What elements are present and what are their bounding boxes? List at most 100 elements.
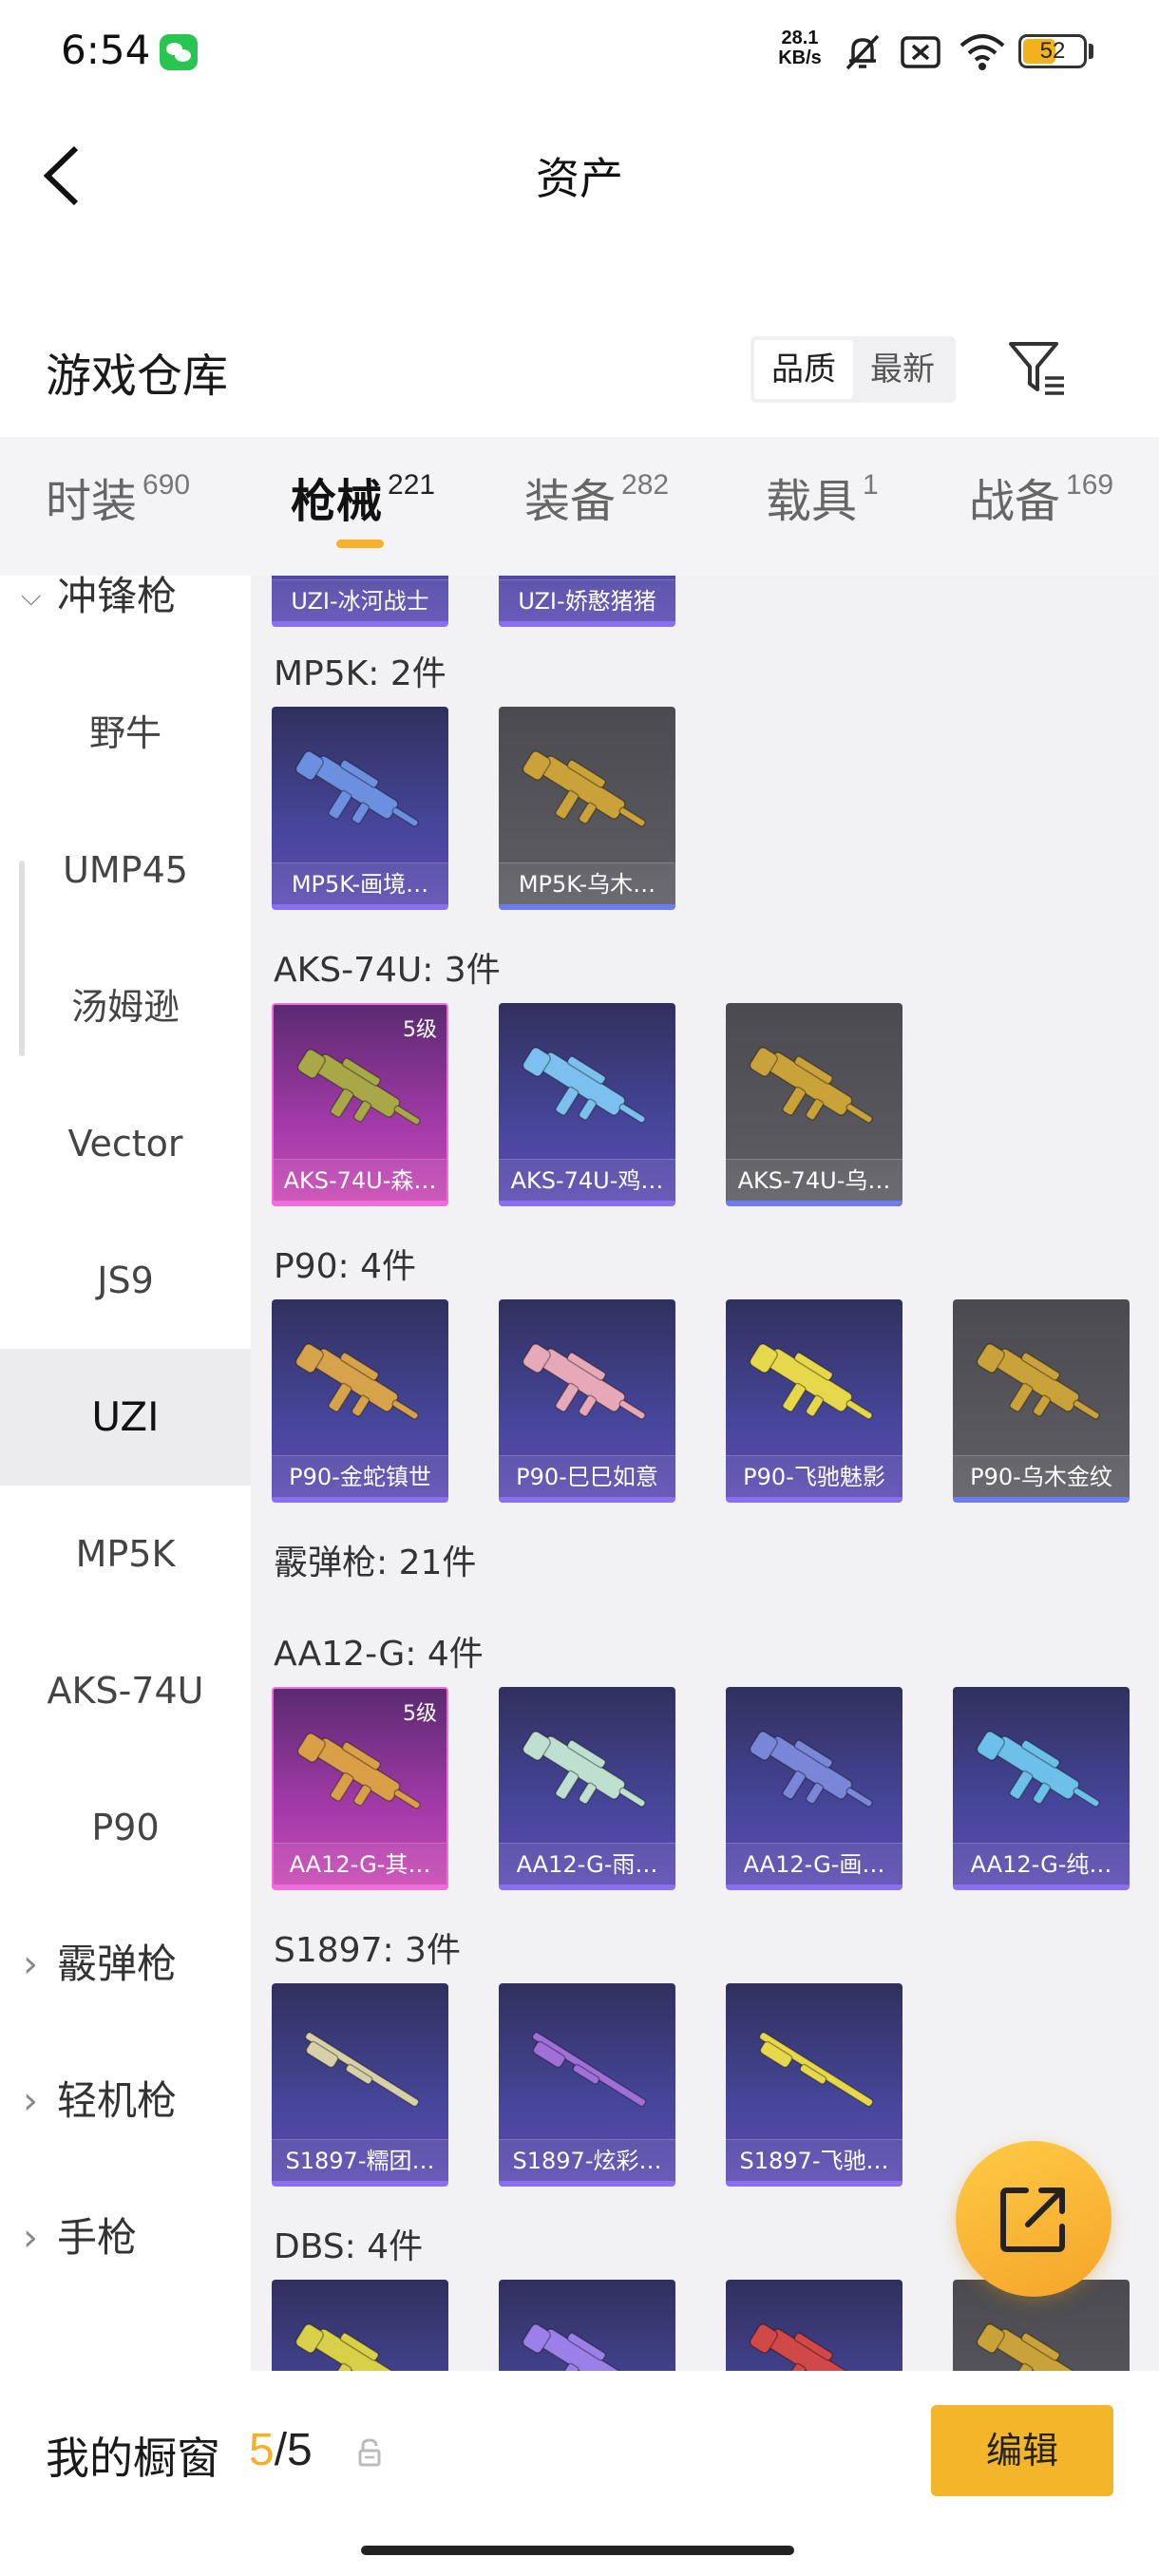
sidebar-item-weapon[interactable]: MP5K	[0, 1486, 251, 1622]
chevron-right-icon: ›	[23, 2216, 38, 2260]
weapon-skin-icon	[531, 2032, 647, 2108]
skin-card-label: S1897-糯团…	[272, 2139, 448, 2181]
skin-card[interactable]: S1897-飞驰…	[726, 1983, 902, 2187]
edit-showcase-button[interactable]: 编辑	[931, 2405, 1113, 2496]
skin-card[interactable]: 5级 AA12-G-其…	[272, 1687, 448, 1890]
skin-card[interactable]: S1897-糯团…	[272, 1983, 448, 2187]
battery-tip	[1089, 44, 1093, 59]
weapon-skin-icon	[296, 1049, 421, 1126]
skin-card-label: S1897-飞驰…	[726, 2139, 902, 2181]
skin-level-badge: 5级	[403, 1018, 437, 1042]
skin-card[interactable]: AKS-74U-鸡…	[499, 1003, 675, 1206]
chevron-right-icon: ›	[23, 1942, 38, 1986]
battery-icon: 52	[1018, 34, 1087, 68]
skin-card[interactable]	[272, 2280, 448, 2371]
network-speed-value: 28.1	[781, 28, 819, 48]
sidebar-item-label: 轻机枪	[57, 2077, 178, 2124]
tab-count: 221	[388, 469, 436, 501]
showcase-label: 我的橱窗	[46, 2433, 220, 2484]
skin-card-label: P90-巳巳如意	[499, 1455, 675, 1497]
sidebar-item-weapon[interactable]: 野牛	[0, 665, 251, 802]
sidebar-item-label: 冲锋枪	[57, 573, 178, 619]
filter-button[interactable]	[1005, 334, 1072, 401]
skin-card[interactable]: AA12-G-纯…	[953, 1687, 1130, 1890]
sidebar-item-label: Vector	[67, 1123, 183, 1165]
skin-card[interactable]	[499, 2280, 675, 2371]
weapon-skin-icon	[749, 2323, 853, 2371]
weapon-skin-icon	[522, 750, 646, 827]
sidebar-item-label: UMP45	[63, 849, 188, 891]
weapon-section-title: P90: 4件	[274, 1247, 416, 1286]
weapon-section-title: AKS-74U: 3件	[274, 951, 501, 990]
share-button[interactable]	[956, 2141, 1112, 2297]
sidebar-item-weapon[interactable]: JS9	[0, 1212, 251, 1349]
skin-card[interactable]: 5级 AKS-74U-森…	[272, 1003, 448, 1206]
skin-card[interactable]: P90-乌木金纹	[953, 1299, 1130, 1503]
filter-list-icon	[1009, 342, 1064, 395]
sidebar-item-group[interactable]: › 霰弹枪	[0, 1896, 251, 2033]
skin-card-label: MP5K-乌木…	[499, 862, 675, 904]
skin-card-label: AKS-74U-森…	[274, 1159, 446, 1201]
skin-card-label: UZI-娇憨猪猪	[499, 579, 675, 621]
sidebar-item-weapon[interactable]: AKS-74U	[0, 1622, 251, 1759]
showcase-count: 5/5	[249, 2424, 313, 2476]
weapon-skin-icon	[976, 1343, 1100, 1420]
showcase-separator: /	[274, 2425, 288, 2475]
home-indicator[interactable]	[361, 2546, 794, 2555]
sidebar-item-group[interactable]: › 手枪	[0, 2169, 251, 2306]
tab-count: 169	[1066, 469, 1114, 501]
sort-by-quality[interactable]: 品质	[754, 340, 853, 399]
sidebar-item-label: MP5K	[75, 1533, 176, 1575]
sidebar-item-weapon[interactable]: UZI	[0, 1349, 251, 1486]
warehouse-title: 游戏仓库	[46, 350, 229, 403]
tab-equipment[interactable]: 装备 282	[524, 464, 669, 530]
skin-card[interactable]: MP5K-画境…	[272, 707, 448, 910]
skin-card-label: MP5K-画境…	[272, 862, 448, 904]
weapon-section-title: MP5K: 2件	[274, 654, 446, 693]
skin-card[interactable]: UZI-娇憨猪猪	[499, 576, 675, 627]
tab-label: 战备	[969, 475, 1061, 528]
skin-card-label: UZI-冰河战士	[272, 579, 448, 621]
sidebar-item-weapon[interactable]: P90	[0, 1759, 251, 1896]
tab-vehicles[interactable]: 载具 1	[766, 464, 879, 530]
tab-label: 时装	[46, 475, 138, 528]
showcase-total: 5	[287, 2425, 313, 2475]
sidebar-item-label: UZI	[91, 1393, 160, 1440]
chevron-right-icon: ›	[23, 2079, 38, 2123]
skin-card-label: AKS-74U-乌…	[726, 1159, 902, 1201]
tab-firearms[interactable]: 枪械 221	[291, 464, 435, 530]
skin-card[interactable]: P90-金蛇镇世	[272, 1299, 448, 1503]
skin-card[interactable]: AA12-G-雨…	[499, 1687, 675, 1890]
skin-card[interactable]: UZI-冰河战士	[272, 576, 448, 627]
sort-by-newest[interactable]: 最新	[853, 340, 952, 399]
no-sim-icon	[901, 36, 940, 68]
skin-card-label: AA12-G-雨…	[499, 1843, 675, 1885]
lock-icon	[358, 2438, 381, 2467]
sidebar-item-weapon[interactable]: Vector	[0, 1075, 251, 1212]
status-bar: 6:54 28.1 KB/s 52	[0, 0, 1159, 104]
tab-count: 282	[621, 469, 670, 501]
skin-card[interactable]: P90-飞驰魅影	[726, 1299, 902, 1503]
tab-fashion[interactable]: 时装 690	[46, 464, 190, 530]
weapon-skin-icon	[749, 1343, 873, 1420]
sidebar-item-group[interactable]: ⌵ 冲锋枪	[0, 528, 251, 665]
network-speed-unit: KB/s	[778, 47, 822, 68]
mute-icon	[846, 34, 880, 70]
tab-battle-gear[interactable]: 战备 169	[969, 464, 1113, 530]
tab-count: 1	[863, 469, 879, 501]
weapon-skin-icon	[749, 1731, 873, 1808]
skin-card[interactable]: AA12-G-画…	[726, 1687, 902, 1890]
sidebar-item-label: JS9	[97, 1260, 154, 1301]
sidebar-item-weapon[interactable]: 汤姆逊	[0, 938, 251, 1075]
sidebar-item-group[interactable]: › 轻机枪	[0, 2033, 251, 2169]
skin-card[interactable]: AKS-74U-乌…	[726, 1003, 902, 1206]
skin-card[interactable]: MP5K-乌木…	[499, 707, 675, 910]
weapon-type-sidebar: ⌵ 冲锋枪 野牛 UMP45 汤姆逊 Vector JS9 UZI MP5K AKS-74U P90…	[0, 573, 251, 2371]
skin-card[interactable]: P90-巳巳如意	[499, 1299, 675, 1503]
sidebar-item-weapon[interactable]: UMP45	[0, 802, 251, 938]
skin-card[interactable]: S1897-炫彩…	[499, 1983, 675, 2187]
weapon-skin-icon	[294, 1343, 419, 1420]
skin-card-label: P90-乌木金纹	[953, 1455, 1130, 1497]
status-time: 6:54	[61, 27, 151, 73]
skin-card[interactable]	[726, 2280, 902, 2371]
